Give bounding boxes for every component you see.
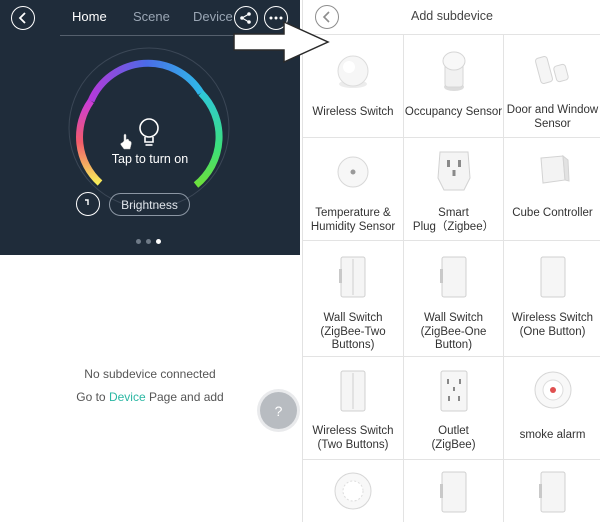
dial-arc-cool xyxy=(87,59,204,103)
device-tile-occupancy-sensor[interactable]: Occupancy Sensor xyxy=(404,35,504,137)
wall-switch-partial-icon xyxy=(439,471,466,513)
header-bar: Add subdevice xyxy=(303,0,600,35)
page-title: Add subdevice xyxy=(410,9,493,23)
device-label: Door and Window Sensor xyxy=(506,104,599,130)
help-button[interactable]: ? xyxy=(260,392,297,429)
device-tile-door-window-sensor[interactable]: Door and Window Sensor xyxy=(504,35,600,137)
page-dot xyxy=(136,239,141,244)
device-tile-smart-plug[interactable]: Smart Plug（Zigbee） xyxy=(404,138,504,240)
smoke-alarm-icon xyxy=(534,371,571,409)
device-label: Wireless Switch (One Button) xyxy=(511,312,594,338)
device-label: Occupancy Sensor xyxy=(404,106,503,118)
wall-switch-partial-icon xyxy=(538,471,565,513)
power-corner-icon xyxy=(85,199,89,205)
add-subdevice-panel: Add subdevice Wireless Switch Occupancy … xyxy=(302,0,600,522)
page-dot-active xyxy=(156,239,161,244)
device-label: Wireless Switch xyxy=(312,106,394,118)
device-label: Smart Plug（Zigbee） xyxy=(412,207,495,233)
device-tile-temperature-humidity-sensor[interactable]: Temperature & Humidity Sensor xyxy=(303,138,404,240)
empty-state-hint: Go to Device Page and add xyxy=(0,390,300,404)
device-row: Temperature & Humidity Sensor Smart Plug… xyxy=(303,138,600,241)
brightness-button[interactable]: Brightness xyxy=(109,193,190,216)
device-label: Temperature & Humidity Sensor xyxy=(310,207,396,233)
device-label: Wireless Switch (Two Buttons) xyxy=(312,425,394,451)
device-tile-wall-switch-one[interactable]: Wall Switch (ZigBee-One Button) xyxy=(404,241,504,356)
wireless-switch-two-icon xyxy=(340,370,366,412)
device-row: Wireless Switch (Two Buttons) Outlet (Zi… xyxy=(303,357,600,460)
gas-alarm-icon xyxy=(334,472,372,510)
wireless-switch-one-icon xyxy=(540,256,565,298)
device-tile-outlet[interactable]: Outlet (ZigBee) xyxy=(404,357,504,459)
device-label: Outlet (ZigBee) xyxy=(431,425,476,451)
device-label: Wall Switch (ZigBee-Two Buttons) xyxy=(320,312,386,351)
device-tile-gas-alarm[interactable] xyxy=(303,460,404,522)
device-row: Wireless Switch Occupancy Sensor Door an… xyxy=(303,35,600,138)
smart-plug-icon xyxy=(436,151,471,191)
screenshot-root: Home Scene Device Tap to turn on Brightn… xyxy=(0,0,600,522)
device-tile-wireless-switch-one[interactable]: Wireless Switch (One Button) xyxy=(504,241,600,356)
hint-prefix: Go to xyxy=(76,390,106,404)
occupancy-sensor-icon xyxy=(442,51,465,91)
door-window-sensor-icon xyxy=(534,56,569,84)
cube-controller-icon xyxy=(539,154,570,184)
temperature-humidity-sensor-icon xyxy=(337,156,369,188)
device-tile-wall-switch-more[interactable] xyxy=(504,460,600,522)
home-panel: Home Scene Device Tap to turn on Brightn… xyxy=(0,0,300,522)
bulb-icon xyxy=(139,118,159,146)
outlet-icon xyxy=(440,370,467,412)
page-dot xyxy=(146,239,151,244)
tap-to-turn-on-text[interactable]: Tap to turn on xyxy=(95,152,205,166)
right-arrow-icon xyxy=(233,20,330,64)
dial-arc-warm xyxy=(76,98,103,186)
hand-cursor-icon xyxy=(120,133,132,150)
device-tile-wall-switch-two[interactable]: Wall Switch (ZigBee-Two Buttons) xyxy=(303,241,404,356)
device-tile-smoke-alarm[interactable]: smoke alarm xyxy=(504,357,600,459)
dial-arc-green xyxy=(193,90,223,188)
wall-switch-two-icon xyxy=(339,256,366,298)
round-switch-icon xyxy=(337,55,369,88)
hint-suffix: Page and add xyxy=(148,390,224,404)
device-tile-wireless-switch-two[interactable]: Wireless Switch (Two Buttons) xyxy=(303,357,404,459)
device-tile-cube-controller[interactable]: Cube Controller xyxy=(504,138,600,240)
device-page-link[interactable]: Device xyxy=(109,390,146,404)
device-label: smoke alarm xyxy=(519,429,586,441)
power-button[interactable] xyxy=(76,192,100,216)
device-label: Wall Switch (ZigBee-One Button) xyxy=(420,312,487,351)
device-row: Wall Switch (ZigBee-Two Buttons) Wall Sw… xyxy=(303,241,600,357)
empty-state-message: No subdevice connected xyxy=(84,367,216,381)
device-row xyxy=(303,460,600,522)
wall-switch-one-icon xyxy=(439,256,466,298)
device-tile-wall-switch-more[interactable] xyxy=(404,460,504,522)
device-label: Cube Controller xyxy=(512,207,593,219)
